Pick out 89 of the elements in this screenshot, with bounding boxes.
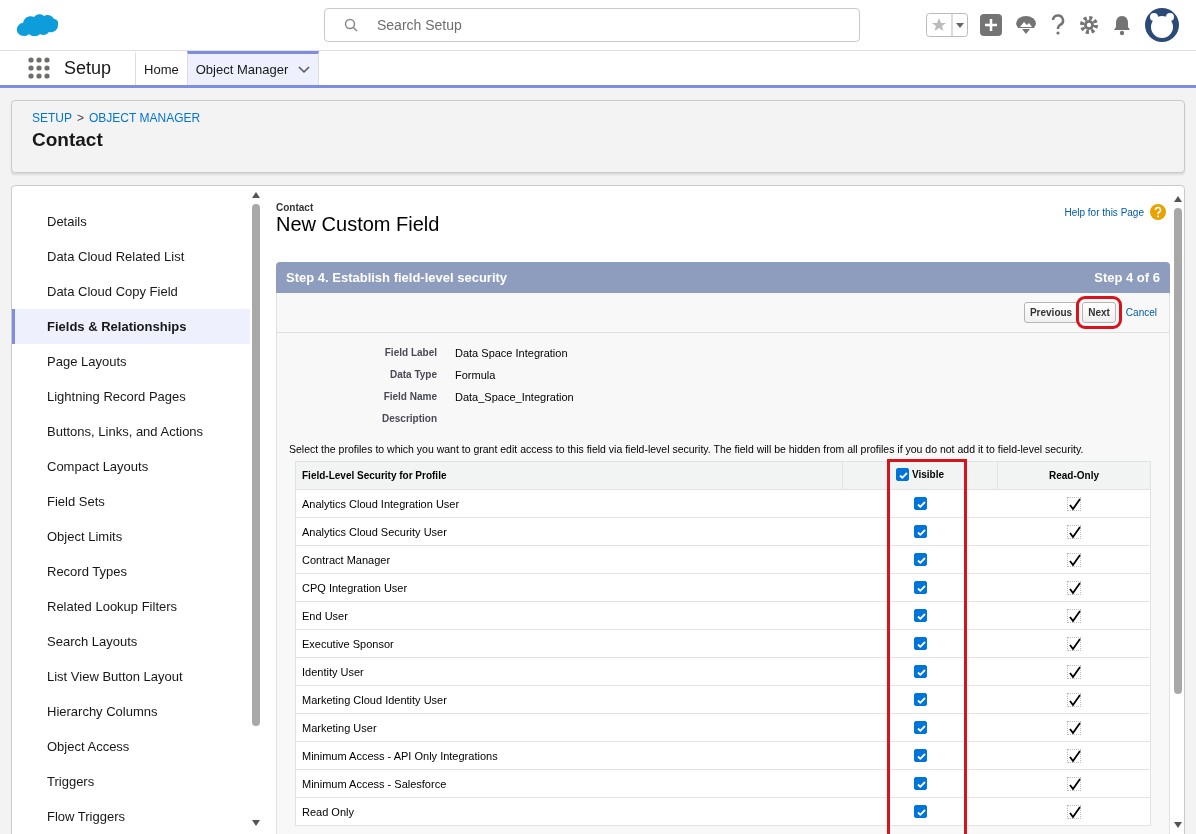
sidebar-item[interactable]: Page Layouts xyxy=(12,344,250,379)
sidebar-item[interactable]: Fields & Relationships xyxy=(12,309,250,344)
read-only-checkbox[interactable] xyxy=(1066,720,1081,735)
app-name: Setup xyxy=(64,57,112,79)
read-only-checkbox[interactable] xyxy=(1066,776,1081,791)
read-only-checkbox[interactable] xyxy=(1066,608,1081,623)
plus-icon[interactable] xyxy=(980,14,1002,36)
object-label: Contact xyxy=(276,202,315,213)
page-title: Contact xyxy=(32,129,104,151)
wizard-button[interactable]: Previous xyxy=(1023,302,1079,323)
breadcrumb-separator: > xyxy=(77,111,85,125)
sidebar-item[interactable]: Data Cloud Related List xyxy=(12,239,250,274)
visible-checkbox[interactable] xyxy=(913,777,927,791)
sidebar-item[interactable]: Search Layouts xyxy=(12,624,250,659)
table-cell: Marketing User xyxy=(295,713,843,742)
sidebar-item[interactable]: Related Lookup Filters xyxy=(12,589,250,624)
step-counter: Step 4 of 6 xyxy=(1094,270,1160,285)
sidebar-item[interactable]: Lightning Record Pages xyxy=(12,379,250,414)
read-only-checkbox[interactable] xyxy=(1066,524,1081,539)
app-launcher-icon[interactable] xyxy=(28,57,50,79)
table-cell: Read Only xyxy=(295,797,843,826)
table-cell: Contract Manager xyxy=(295,545,843,574)
field-label: Field Name xyxy=(382,391,437,404)
table-cell: Marketing Cloud Identity User xyxy=(295,685,843,714)
sidebar-item[interactable]: Data Cloud Copy Field xyxy=(12,274,250,309)
visible-checkbox[interactable] xyxy=(913,693,927,707)
cancel-link[interactable]: Cancel xyxy=(1125,307,1157,318)
read-only-checkbox[interactable] xyxy=(1066,552,1081,567)
visible-checkbox[interactable] xyxy=(913,749,927,763)
help-link[interactable]: Help for this Page xyxy=(1064,204,1166,220)
mountain-icon[interactable] xyxy=(1014,14,1038,36)
column-header: Read-Only xyxy=(997,461,1151,490)
visible-checkbox[interactable] xyxy=(913,637,927,651)
breadcrumb-link[interactable]: OBJECT MANAGER xyxy=(89,111,201,125)
field-value: Data Space Integration xyxy=(455,347,569,361)
help-icon[interactable] xyxy=(1050,14,1066,36)
column-label: Visible xyxy=(911,469,945,480)
read-only-checkbox[interactable] xyxy=(1066,580,1081,595)
chevron-down-icon xyxy=(298,65,311,74)
sidebar-item[interactable]: List View Button Layout xyxy=(12,659,250,694)
field-label: Data Type xyxy=(388,369,437,382)
visible-checkbox[interactable] xyxy=(913,581,927,595)
field-label: Field Label xyxy=(383,347,437,360)
sidebar-item[interactable]: Record Types xyxy=(12,554,250,589)
read-only-checkbox[interactable] xyxy=(1066,636,1081,651)
visible-checkbox[interactable] xyxy=(913,609,927,623)
table-cell: End User xyxy=(295,601,843,630)
avatar-icon[interactable] xyxy=(1144,7,1180,43)
visible-checkbox[interactable] xyxy=(913,553,927,567)
page-subtitle: New Custom Field xyxy=(276,213,440,236)
table-cell: CPQ Integration User xyxy=(295,573,843,602)
read-only-checkbox[interactable] xyxy=(1066,748,1081,763)
sidebar-item[interactable]: Object Access xyxy=(12,729,250,764)
sidebar-item[interactable]: Compact Layouts xyxy=(12,449,250,484)
settings-icon[interactable] xyxy=(1078,14,1100,36)
read-only-checkbox[interactable] xyxy=(1066,496,1081,511)
visible-checkbox[interactable] xyxy=(913,721,927,735)
visible-checkbox[interactable] xyxy=(913,805,927,819)
bell-icon[interactable] xyxy=(1112,14,1132,36)
visible-checkbox[interactable] xyxy=(913,665,927,679)
sidebar-item[interactable]: Object Limits xyxy=(12,519,250,554)
table-cell: Executive Sponsor xyxy=(295,629,843,658)
instructions-text: Select the profiles to which you want to grant edit access to this field via field-level security. The field will be hidden from all profiles if you do not add it to field-level security. xyxy=(288,442,1085,455)
field-value: Data_Space_Integration xyxy=(455,391,575,405)
read-only-checkbox[interactable] xyxy=(1066,692,1081,707)
column-header: Field-Level Security for Profile xyxy=(295,461,843,490)
sidebar-item[interactable]: Triggers xyxy=(12,764,250,799)
step-title: Step 4. Establish field-level security xyxy=(286,270,508,285)
select-all-checkbox[interactable] xyxy=(895,468,909,481)
table-cell: Analytics Cloud Security User xyxy=(295,517,843,546)
table-cell: Identity User xyxy=(295,657,843,686)
search-field[interactable]: Search Setup xyxy=(324,8,860,42)
field-label: Description xyxy=(381,413,437,426)
visible-checkbox[interactable] xyxy=(913,497,927,511)
table-cell: Minimum Access - Salesforce xyxy=(295,769,843,798)
help-icon xyxy=(1150,204,1166,220)
visible-checkbox[interactable] xyxy=(913,525,927,539)
read-only-checkbox[interactable] xyxy=(1066,804,1081,819)
table-cell: Minimum Access - API Only Integrations xyxy=(295,741,843,770)
sidebar-item[interactable]: Details xyxy=(12,204,250,239)
read-only-checkbox[interactable] xyxy=(1066,664,1081,679)
sidebar-item[interactable]: Buttons, Links, and Actions xyxy=(12,414,250,449)
sidebar-item[interactable]: Hierarchy Columns xyxy=(12,694,250,729)
field-value: Formula xyxy=(455,369,497,383)
breadcrumb-link[interactable]: SETUP xyxy=(32,111,72,125)
table-cell: Analytics Cloud Integration User xyxy=(295,489,843,518)
nav-tab[interactable]: Object Manager xyxy=(186,51,320,85)
sidebar-item[interactable]: Field Sets xyxy=(12,484,250,519)
sidebar-item[interactable]: Flow Triggers xyxy=(12,799,250,834)
